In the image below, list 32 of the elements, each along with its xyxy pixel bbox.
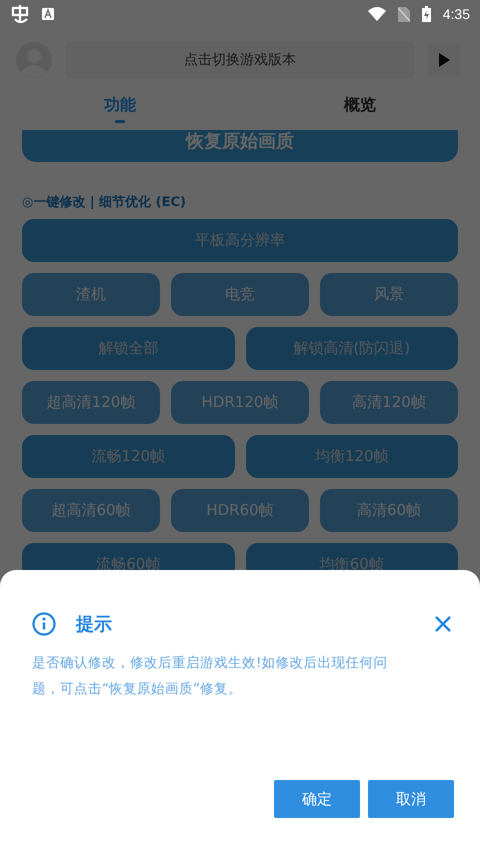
tab[interactable]: 概览 xyxy=(240,80,480,130)
option-button[interactable]: 渣机 xyxy=(22,273,160,316)
option-button[interactable]: 均衡120帧 xyxy=(246,435,458,478)
option-button[interactable]: 超高清120帧 xyxy=(22,381,160,424)
cancel-button[interactable]: 取消 xyxy=(368,780,454,818)
option-button[interactable]: 风景 xyxy=(320,273,458,316)
option-button[interactable]: 高清60帧 xyxy=(320,489,458,532)
option-button[interactable]: 平板高分辨率 xyxy=(22,219,458,262)
dialog-message: 是否确认修改，修改后重启游戏生效!如修改后出现任何问题，可点击“恢复原始画质”修复。 xyxy=(32,654,388,699)
battery-charging-icon xyxy=(422,6,431,22)
dialog-title: 提示 xyxy=(76,613,113,636)
option-button[interactable]: 高清120帧 xyxy=(320,381,458,424)
confirm-button[interactable]: 确定 xyxy=(274,780,360,818)
option-button[interactable]: HDR60帧 xyxy=(171,489,309,532)
option-button[interactable]: 解锁高清(防闪退) xyxy=(246,327,458,370)
option-button[interactable]: HDR120帧 xyxy=(171,381,309,424)
option-button[interactable]: 电竞 xyxy=(171,273,309,316)
play-button[interactable] xyxy=(428,44,460,76)
version-field[interactable]: 点击切换游戏版本 xyxy=(66,42,414,78)
status-time: 4:35 xyxy=(442,6,470,22)
option-button[interactable]: 流畅120帧 xyxy=(22,435,234,478)
no-sim-icon xyxy=(398,6,410,22)
option-button[interactable]: 解锁全部 xyxy=(22,327,234,370)
app-notification-icon xyxy=(10,5,30,23)
option-button[interactable]: 超高清60帧 xyxy=(22,489,160,532)
keyboard-notification-icon xyxy=(42,8,54,20)
section-title: ◎一键修改 | 细节优化 (EC) xyxy=(22,194,187,211)
info-icon xyxy=(32,612,56,636)
wifi-icon xyxy=(368,7,386,21)
restore-quality-button[interactable]: 恢复原始画质 xyxy=(22,130,458,162)
tab[interactable]: 功能 xyxy=(0,80,240,130)
play-icon xyxy=(438,53,450,67)
